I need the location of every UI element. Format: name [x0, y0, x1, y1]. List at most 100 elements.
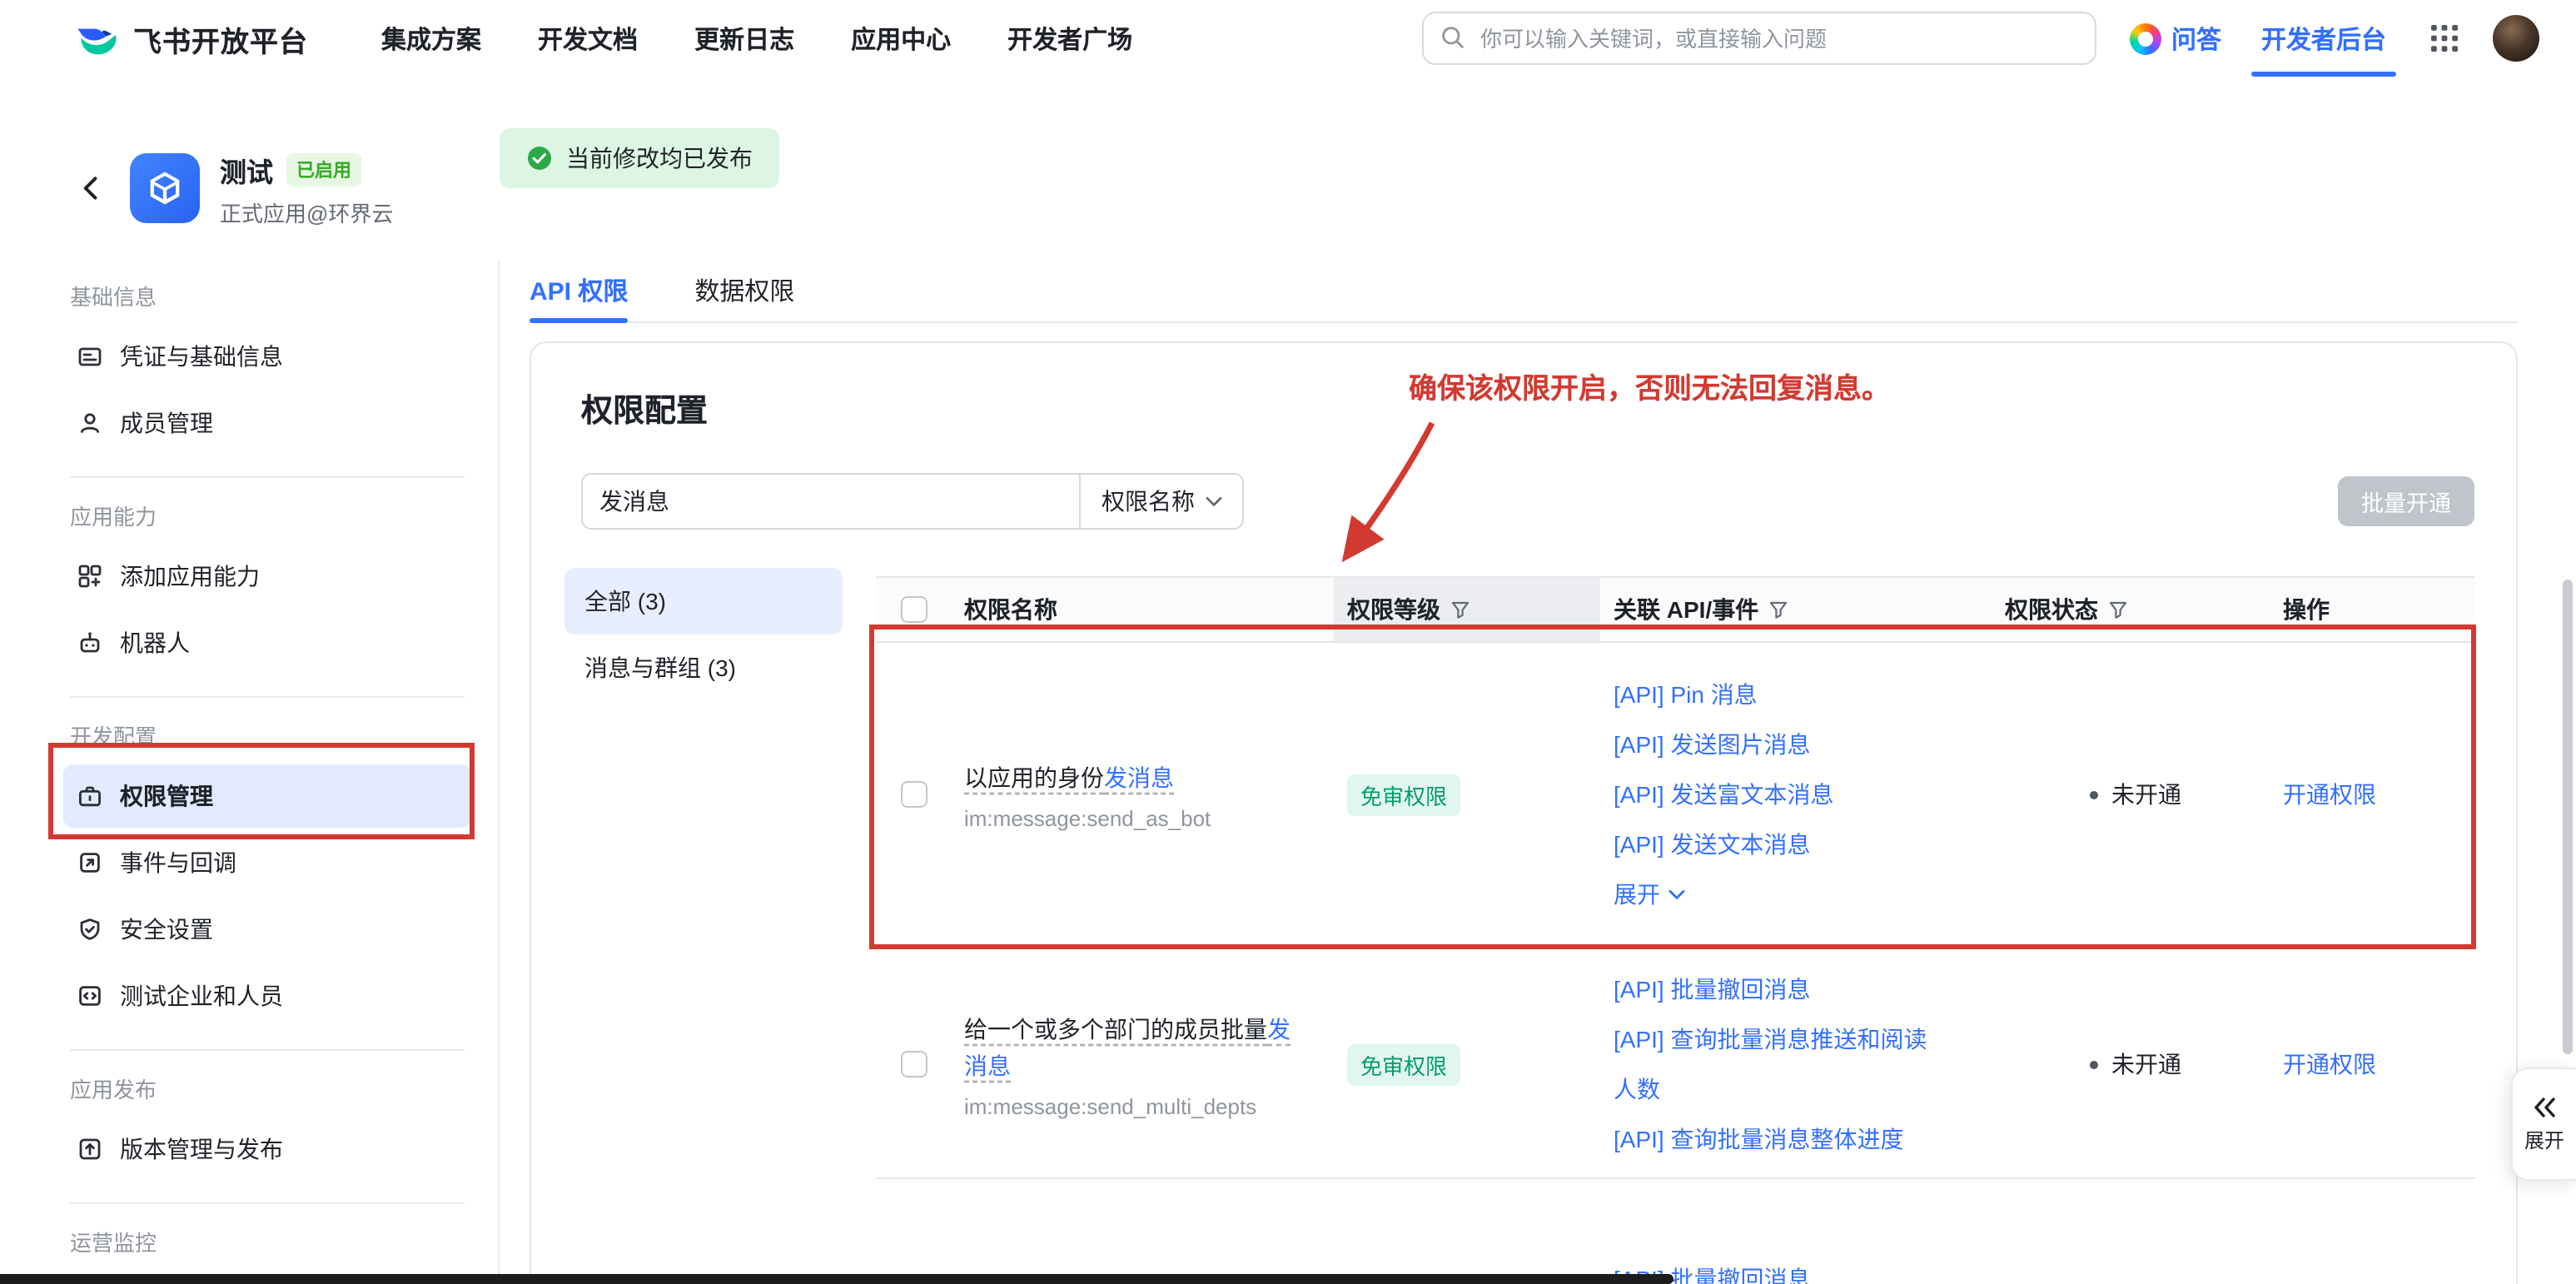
select-all-checkbox[interactable] [900, 596, 927, 623]
event-callback-icon [77, 849, 103, 876]
credential-icon [77, 343, 103, 370]
sidebar-item-security[interactable]: 安全设置 [63, 898, 471, 961]
permission-scope: im:message:send_as_bot [964, 805, 1211, 830]
permission-tabs: API 权限 数据权限 [530, 260, 2518, 323]
api-link[interactable]: [API] 查询批量消息整体进度 [1614, 1114, 1903, 1164]
sidebar-item-permissions[interactable]: 权限管理 [63, 764, 471, 828]
permission-config-card: 权限配置 权限名称 批量开通 确保该权限开启，否则无法回复消息。 全部 (3) … [530, 341, 2518, 1284]
filter-funnel-icon[interactable] [2108, 600, 2128, 620]
nav-item-integration[interactable]: 集成方案 [381, 21, 481, 56]
app-icon [130, 153, 200, 223]
status-text: 未开通 [2111, 778, 2181, 811]
brand[interactable]: 飞书开放平台 [75, 16, 308, 61]
top-navbar: 飞书开放平台 集成方案 开发文档 更新日志 应用中心 开发者广场 问答 开发者后… [0, 0, 2576, 77]
nav-item-docs[interactable]: 开发文档 [538, 21, 638, 56]
search-hit-text: 发消息 [1104, 764, 1174, 790]
table-row-send-as-bot: 以应用的身份发消息 im:message:send_as_bot 免审权限 [A… [876, 643, 2474, 948]
apps-grid-icon[interactable] [2429, 23, 2459, 53]
status-dot [2090, 790, 2098, 799]
open-permission-link[interactable]: 开通权限 [2283, 1048, 2376, 1081]
level-tag: 免审权限 [1347, 1043, 1460, 1085]
permission-name[interactable]: 给一个或多个部门的成员批量发消息 [964, 1010, 1294, 1083]
chevron-down-icon [1205, 495, 1221, 507]
sidebar-divider [70, 1049, 465, 1051]
permission-search-row: 权限名称 [581, 473, 1244, 530]
enabled-badge: 已启用 [286, 152, 361, 186]
sidebar-section-release: 应用发布 [70, 1072, 471, 1104]
open-permission-link[interactable]: 开通权限 [2283, 778, 2376, 811]
filter-funnel-icon[interactable] [1450, 600, 1470, 620]
sidebar-divider [70, 476, 465, 478]
api-link[interactable]: [API] Pin 消息 [1614, 669, 1758, 719]
feishu-logo-icon [75, 16, 120, 61]
category-list: 全部 (3) 消息与群组 (3) [564, 568, 843, 701]
permissions-table: 权限名称 权限等级 关联 API/事件 权限状态 操作 [876, 576, 2474, 1284]
bulk-approve-button[interactable]: 批量开通 [2338, 476, 2474, 526]
table-row-send-multi-users: 给多个用户批量发消息 [API] 批量撤回消息 [API] 查询批量消息推送和阅… [876, 1179, 2474, 1284]
api-link[interactable]: [API] 发送文本消息 [1614, 819, 1810, 869]
nav-item-changelog[interactable]: 更新日志 [694, 21, 794, 56]
api-link[interactable]: [API] 发送富文本消息 [1614, 769, 1833, 819]
sidebar-item-members[interactable]: 成员管理 [63, 391, 471, 455]
column-header-status[interactable]: 权限状态 [1992, 578, 2266, 641]
category-message-group[interactable]: 消息与群组 (3) [564, 635, 843, 701]
filter-funnel-icon[interactable] [1768, 600, 1788, 620]
level-tag: 免审权限 [1347, 774, 1460, 815]
code-brackets-icon [77, 983, 103, 1009]
table-row-send-multi-depts: 给一个或多个部门的成员批量发消息 im:message:send_multi_d… [876, 948, 2474, 1179]
bot-icon [77, 630, 103, 656]
publish-status-pill: 当前修改均已发布 [500, 128, 779, 188]
permission-search-input[interactable] [581, 473, 1081, 530]
vertical-scrollbar[interactable] [2563, 580, 2573, 1054]
app-meta: 测试 已启用 正式应用@环界云 [220, 149, 393, 227]
sidebar-divider [70, 696, 465, 698]
qa-link[interactable]: 问答 [2130, 21, 2221, 56]
members-icon [77, 410, 103, 436]
sidebar-section-dev-config: 开发配置 [70, 719, 471, 751]
expand-api-list[interactable]: 展开 [1614, 869, 1685, 919]
nav-menu: 集成方案 开发文档 更新日志 应用中心 开发者广场 [381, 21, 1132, 56]
brand-name: 飞书开放平台 [133, 17, 308, 59]
sidebar-item-test-org[interactable]: 测试企业和人员 [63, 964, 471, 1028]
sidebar-item-version-release[interactable]: 版本管理与发布 [63, 1117, 471, 1181]
feishu-open-platform-page: 飞书开放平台 集成方案 开发文档 更新日志 应用中心 开发者广场 问答 开发者后… [0, 0, 2576, 1284]
permission-name[interactable]: 以应用的身份发消息 [964, 759, 1174, 795]
nav-item-dev-plaza[interactable]: 开发者广场 [1007, 21, 1132, 56]
table-header-row: 权限名称 权限等级 关联 API/事件 权限状态 操作 [876, 576, 2474, 643]
category-all[interactable]: 全部 (3) [564, 568, 843, 635]
nav-item-app-center[interactable]: 应用中心 [851, 21, 951, 56]
developer-console-link[interactable]: 开发者后台 [2261, 0, 2386, 77]
horizontal-scrollbar[interactable] [0, 1274, 1673, 1284]
sidebar-item-credentials[interactable]: 凭证与基础信息 [63, 325, 471, 388]
column-header-level[interactable]: 权限等级 [1334, 578, 1600, 641]
api-link[interactable]: [API] 查询批量消息推送和阅读人数 [1614, 1014, 1942, 1114]
tab-api-permissions[interactable]: API 权限 [530, 260, 628, 321]
check-circle-icon [526, 145, 553, 172]
panel-expander-button[interactable]: 展开 [2511, 1068, 2576, 1181]
qa-ring-icon [2130, 22, 2161, 54]
status-dot [2090, 1060, 2098, 1068]
sidebar-divider [70, 1202, 465, 1204]
api-link[interactable]: [API] 批量撤回消息 [1614, 964, 1810, 1014]
row-checkbox[interactable] [900, 781, 927, 808]
column-header-api[interactable]: 关联 API/事件 [1600, 578, 1992, 641]
column-header-action: 操作 [2266, 578, 2474, 641]
double-chevron-left-icon [2531, 1095, 2558, 1118]
search-input[interactable] [1422, 12, 2096, 65]
sidebar-section-monitoring: 运营监控 [70, 1226, 471, 1257]
app-name: 测试 [220, 149, 273, 189]
global-search [1422, 12, 2096, 65]
sidebar-item-add-capability[interactable]: 添加应用能力 [63, 545, 471, 608]
sidebar-item-events[interactable]: 事件与回调 [63, 831, 471, 894]
sidebar-item-bot[interactable]: 机器人 [63, 611, 471, 674]
status-text: 未开通 [2111, 1048, 2181, 1081]
main-content: API 权限 数据权限 权限配置 权限名称 批量开通 确保该权限开启，否则无法回… [500, 260, 2576, 1284]
api-link[interactable]: [API] 发送图片消息 [1614, 719, 1810, 769]
search-field-select[interactable]: 权限名称 [1081, 473, 1244, 530]
back-button[interactable] [77, 173, 107, 203]
row-checkbox[interactable] [900, 1051, 927, 1077]
permission-scope: im:message:send_multi_depts [964, 1093, 1256, 1118]
avatar[interactable] [2493, 15, 2539, 62]
annotation-arrow [1289, 406, 1472, 581]
tab-data-permissions[interactable]: 数据权限 [694, 260, 794, 321]
